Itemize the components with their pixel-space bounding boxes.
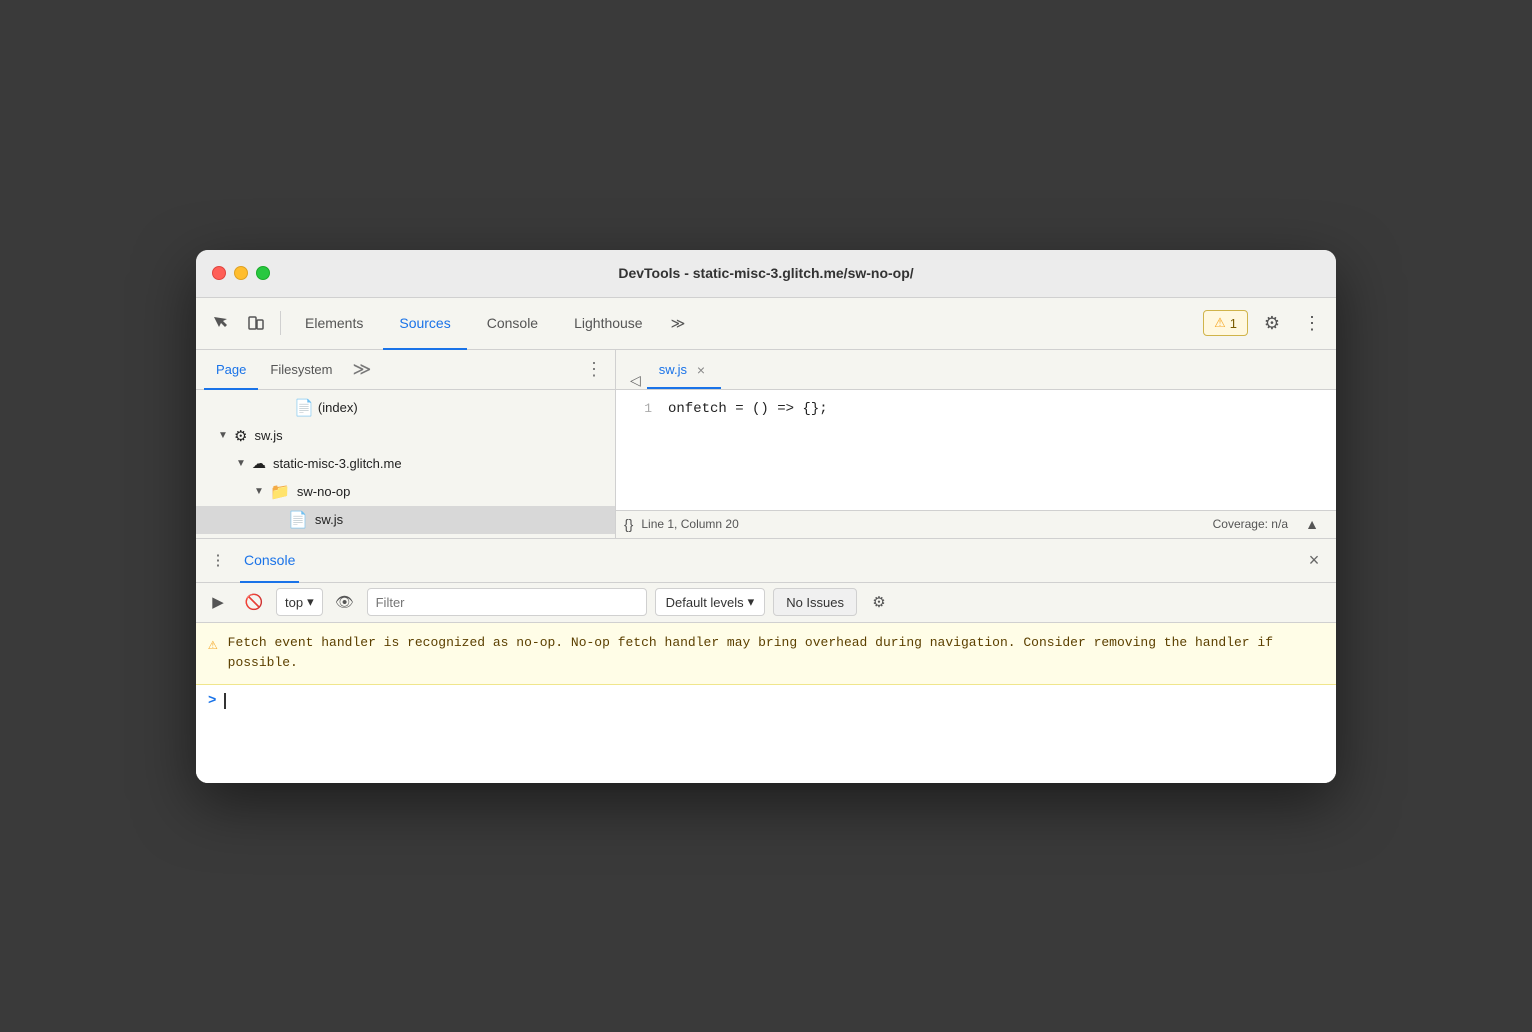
tree-arrow-swjs: ▼: [216, 430, 230, 441]
console-run-button[interactable]: ▶: [204, 588, 232, 616]
console-messages: ⚠ Fetch event handler is recognized as n…: [196, 623, 1336, 783]
file-icon: 📄: [294, 398, 314, 418]
no-issues-button[interactable]: No Issues: [773, 588, 857, 616]
tab-sources[interactable]: Sources: [383, 298, 466, 350]
tree-item-swjs-file[interactable]: 📄 sw.js: [196, 506, 615, 534]
console-clear-button[interactable]: 🚫: [240, 588, 268, 616]
left-panel-options[interactable]: ⋮: [581, 359, 607, 380]
warning-message-text: Fetch event handler is recognized as no-…: [228, 633, 1324, 675]
device-toolbar-button[interactable]: [240, 307, 272, 339]
console-prompt: >: [208, 693, 216, 709]
inspector-icon-button[interactable]: [204, 307, 236, 339]
console-tab-title[interactable]: Console: [240, 539, 299, 583]
left-panel-tabs: Page Filesystem ≫ ⋮: [196, 350, 615, 390]
traffic-lights: [212, 266, 270, 280]
tree-item-domain[interactable]: ▼ ☁ static-misc-3.glitch.me: [196, 450, 615, 478]
context-selector[interactable]: top ▾: [276, 588, 323, 616]
right-panel: ◁ sw.js × 1 onfetch = () => {}; {}: [616, 350, 1336, 538]
line-number-1: 1: [616, 401, 664, 416]
console-toolbar: ▶ 🚫 top ▾ 👁 Default levels ▾: [196, 583, 1336, 623]
console-settings-button[interactable]: ⚙: [865, 588, 893, 616]
tree-item-folder[interactable]: ▼ 📁 sw-no-op: [196, 478, 615, 506]
console-section: ⋮ Console × ▶ 🚫 top ▾ 👁: [196, 538, 1336, 783]
editor-tabs: ◁ sw.js ×: [616, 350, 1336, 390]
default-levels-selector[interactable]: Default levels ▾: [655, 588, 766, 616]
console-header: ⋮ Console ×: [196, 539, 1336, 583]
live-expressions-button[interactable]: 👁: [331, 588, 359, 616]
cloud-icon: ☁: [252, 455, 266, 472]
status-bar-right: Coverage: n/a ▲: [1213, 508, 1328, 540]
tab-filesystem[interactable]: Filesystem: [258, 350, 344, 390]
filter-input[interactable]: [367, 588, 647, 616]
console-input-line: >: [196, 685, 1336, 717]
more-options-button[interactable]: ⋮: [1296, 307, 1328, 339]
tree-item-swjs-root[interactable]: ▼ ⚙ sw.js: [196, 422, 615, 450]
devtools-window: DevTools - static-misc-3.glitch.me/sw-no…: [196, 250, 1336, 783]
warning-message-1: ⚠ Fetch event handler is recognized as n…: [196, 623, 1336, 686]
warning-triangle-msg-icon: ⚠: [208, 634, 218, 654]
cursor-position: Line 1, Column 20: [641, 517, 738, 531]
devtools-body: Elements Sources Console Lighthouse ≫ ⚠ …: [196, 298, 1336, 783]
code-editor[interactable]: 1 onfetch = () => {};: [616, 390, 1336, 510]
coverage-status: Coverage: n/a: [1213, 517, 1288, 531]
collapse-sidebar-icon[interactable]: ◁: [624, 372, 647, 389]
editor-tab-swjs[interactable]: sw.js ×: [647, 353, 721, 389]
js-file-icon: 📄: [288, 510, 308, 530]
code-line-1: 1 onfetch = () => {};: [616, 398, 1336, 420]
maximize-button[interactable]: [256, 266, 270, 280]
coverage-button[interactable]: ▲: [1296, 508, 1328, 540]
close-button[interactable]: [212, 266, 226, 280]
minimize-button[interactable]: [234, 266, 248, 280]
file-tree: 📄 (index) ▼ ⚙ sw.js ▼ ☁ static-misc-3.gl…: [196, 390, 615, 538]
console-cursor: [224, 693, 226, 709]
tab-elements[interactable]: Elements: [289, 298, 379, 350]
format-button[interactable]: {}: [624, 516, 633, 532]
toolbar-separator: [280, 311, 281, 335]
tab-page[interactable]: Page: [204, 350, 258, 390]
warning-badge[interactable]: ⚠ 1: [1203, 310, 1248, 336]
window-title: DevTools - static-misc-3.glitch.me/sw-no…: [618, 265, 913, 281]
settings-button[interactable]: ⚙: [1256, 307, 1288, 339]
more-left-tabs[interactable]: ≫: [345, 349, 380, 389]
console-close-button[interactable]: ×: [1300, 546, 1328, 574]
tab-console[interactable]: Console: [471, 298, 554, 350]
tree-item-index[interactable]: 📄 (index): [196, 394, 615, 422]
tab-lighthouse[interactable]: Lighthouse: [558, 298, 659, 350]
settings-gear-icon: ⚙: [234, 427, 247, 445]
more-tabs-button[interactable]: ≫: [663, 298, 694, 350]
status-bar: {} Line 1, Column 20 Coverage: n/a ▲: [616, 510, 1336, 538]
left-panel: Page Filesystem ≫ ⋮ 📄: [196, 350, 616, 538]
titlebar: DevTools - static-misc-3.glitch.me/sw-no…: [196, 250, 1336, 298]
tree-arrow-folder: ▼: [252, 486, 266, 497]
console-more-options[interactable]: ⋮: [204, 546, 232, 574]
warning-triangle-icon: ⚠: [1214, 315, 1226, 331]
top-toolbar: Elements Sources Console Lighthouse ≫ ⚠ …: [196, 298, 1336, 350]
toolbar-right: ⚠ 1 ⚙ ⋮: [1203, 307, 1328, 339]
main-content: Page Filesystem ≫ ⋮ 📄: [196, 350, 1336, 538]
tree-arrow-domain: ▼: [234, 458, 248, 469]
line-content-1: onfetch = () => {};: [664, 401, 828, 417]
editor-tab-close[interactable]: ×: [693, 362, 709, 378]
folder-icon: 📁: [270, 482, 290, 502]
